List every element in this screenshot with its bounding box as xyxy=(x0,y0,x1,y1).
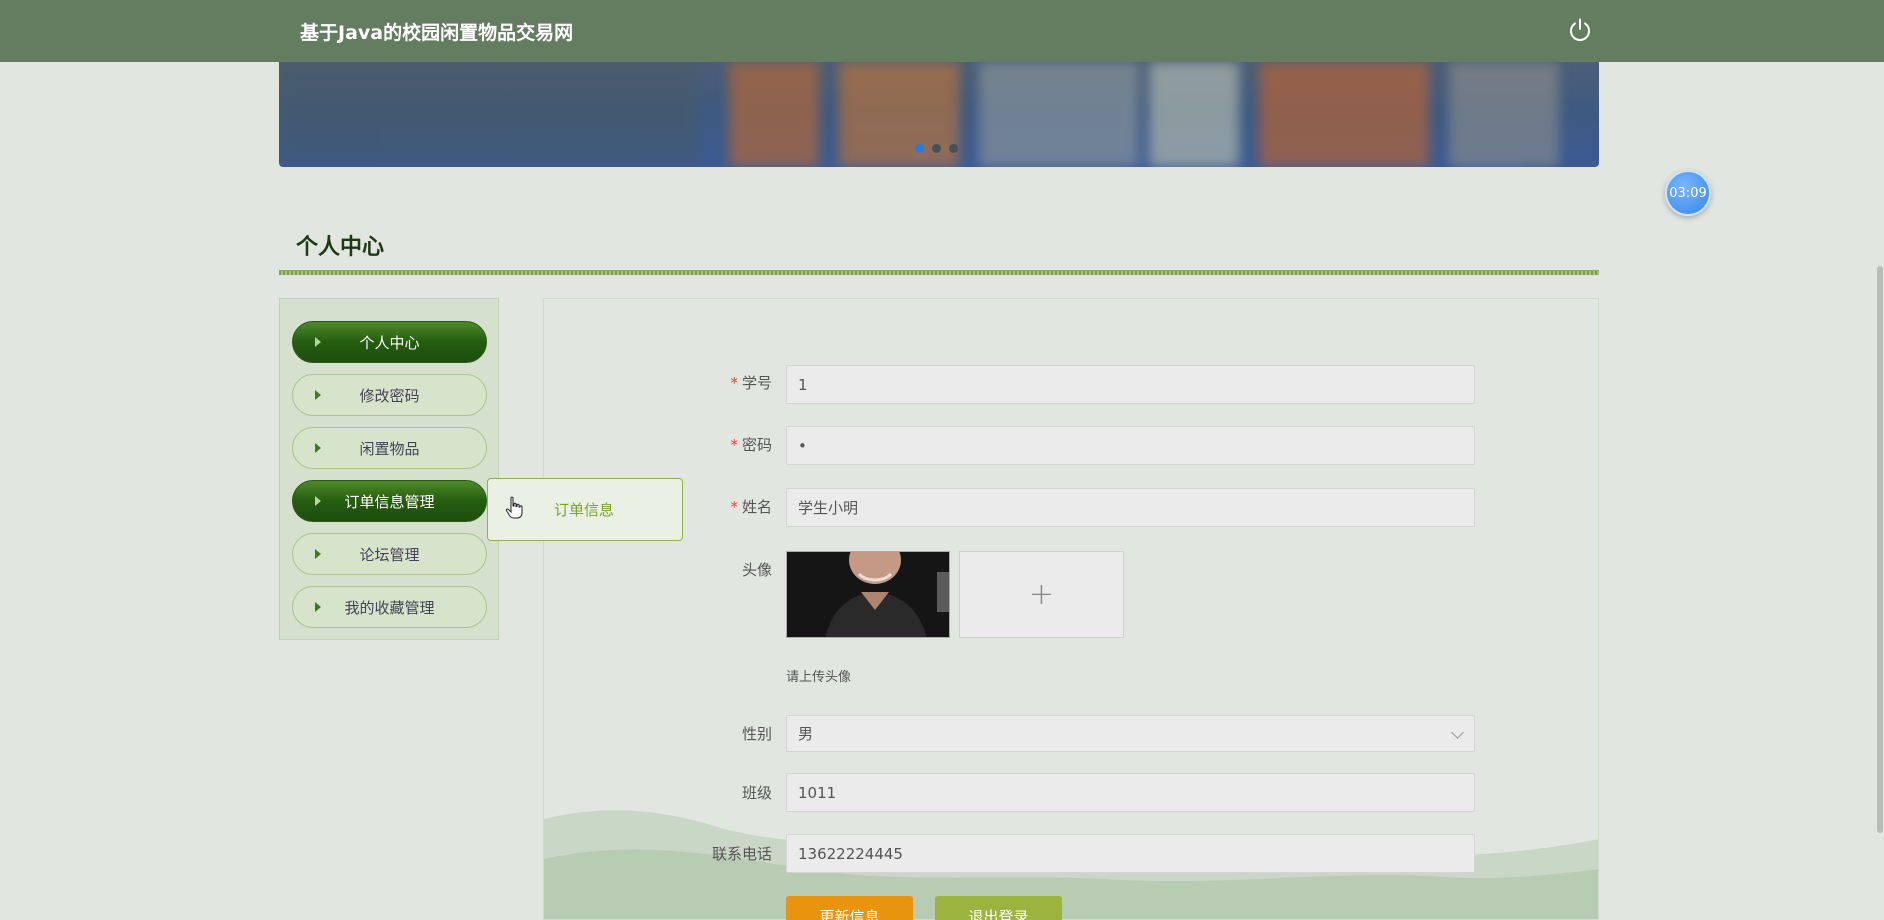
carousel-dot[interactable] xyxy=(932,144,941,153)
carousel-indicators xyxy=(915,144,958,153)
caret-right-icon xyxy=(315,549,321,559)
sidebar-item-idle-items[interactable]: 闲置物品 xyxy=(292,427,487,469)
password-input[interactable]: • xyxy=(786,426,1475,465)
gender-label: 性别 xyxy=(741,725,772,743)
hand-pointer-icon xyxy=(505,496,523,519)
carousel-dot[interactable] xyxy=(915,144,924,153)
carousel-dot[interactable] xyxy=(949,144,958,153)
avatar-upload-hint: 请上传头像 xyxy=(786,670,852,685)
sidebar-item-personal-center[interactable]: 个人中心 xyxy=(292,321,487,363)
chevron-down-icon xyxy=(1451,726,1464,739)
page-title: 个人中心 xyxy=(296,235,385,260)
phone-input[interactable]: 13622224445 xyxy=(786,834,1475,873)
sidebar-item-label: 个人中心 xyxy=(359,333,420,352)
student-id-label: * 学号 xyxy=(730,374,772,392)
sidebar: 个人中心 修改密码 闲置物品 订单信息管理 论坛管理 我的收藏管理 xyxy=(279,298,499,640)
logout-button[interactable]: 退出登录 xyxy=(935,896,1062,920)
sidebar-item-label: 闲置物品 xyxy=(359,439,420,458)
avatar-label: 头像 xyxy=(741,561,772,579)
timer-badge[interactable]: 03:09 xyxy=(1665,170,1711,216)
sidebar-item-label: 我的收藏管理 xyxy=(344,598,435,617)
power-icon[interactable] xyxy=(1567,17,1593,43)
sidebar-item-change-password[interactable]: 修改密码 xyxy=(292,374,487,416)
sidebar-item-order-management[interactable]: 订单信息管理 xyxy=(292,480,487,522)
student-id-input[interactable]: 1 xyxy=(786,365,1475,404)
top-header: 基于Java的校园闲置物品交易网 xyxy=(0,0,1884,62)
submenu-item-order-info[interactable]: 订单信息 xyxy=(554,499,614,520)
password-label: * 密码 xyxy=(730,436,772,454)
caret-right-icon xyxy=(315,337,321,347)
class-label: 班级 xyxy=(741,784,772,802)
name-input[interactable]: 学生小明 xyxy=(786,488,1475,527)
phone-label: 联系电话 xyxy=(711,845,772,863)
avatar-upload-button[interactable]: + xyxy=(959,551,1124,638)
update-info-button[interactable]: 更新信息 xyxy=(786,896,913,920)
page-scrollbar-thumb[interactable] xyxy=(1877,266,1883,833)
caret-right-icon xyxy=(315,496,321,506)
sidebar-item-label: 订单信息管理 xyxy=(344,492,435,511)
plus-icon: + xyxy=(1028,577,1055,612)
section-divider xyxy=(279,270,1599,275)
avatar-image xyxy=(786,551,950,638)
caret-right-icon xyxy=(315,390,321,400)
sidebar-item-label: 修改密码 xyxy=(359,386,420,405)
site-title: 基于Java的校园闲置物品交易网 xyxy=(300,22,574,44)
sidebar-item-forum-management[interactable]: 论坛管理 xyxy=(292,533,487,575)
class-input[interactable]: 1011 xyxy=(786,773,1475,812)
sidebar-item-label: 论坛管理 xyxy=(359,545,420,564)
caret-right-icon xyxy=(315,443,321,453)
gender-select[interactable]: 男 xyxy=(786,715,1475,752)
sidebar-item-favorites-management[interactable]: 我的收藏管理 xyxy=(292,586,487,628)
caret-right-icon xyxy=(315,602,321,612)
